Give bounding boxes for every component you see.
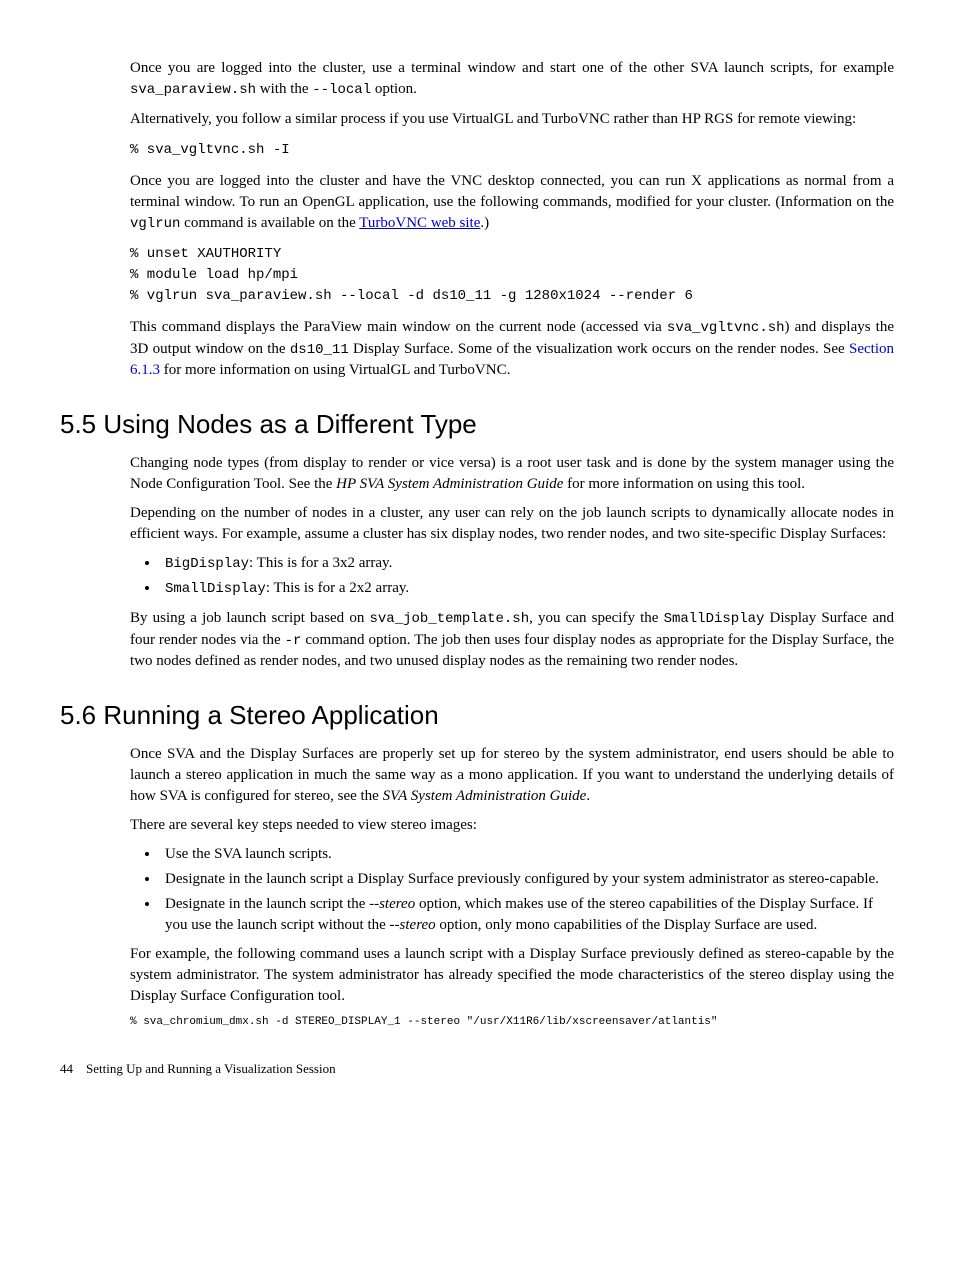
paragraph: Changing node types (from display to ren… xyxy=(130,453,894,495)
paragraph: Once you are logged into the cluster, us… xyxy=(130,58,894,101)
text: for more information on using this tool. xyxy=(563,476,805,492)
inline-code: vglrun xyxy=(130,216,180,232)
list-item: Designate in the launch script the --ste… xyxy=(160,894,894,936)
text: Designate in the launch script the xyxy=(165,896,369,912)
paragraph: This command displays the ParaView main … xyxy=(130,317,894,381)
inline-code: sva_job_template.sh xyxy=(369,611,529,627)
text: option, only mono capabilities of the Di… xyxy=(436,917,818,933)
inline-code: sva_paraview.sh xyxy=(130,82,256,98)
paragraph: Once you are logged into the cluster and… xyxy=(130,171,894,235)
list-item: Designate in the launch script a Display… xyxy=(160,869,894,890)
section-number: 5.6 xyxy=(60,697,96,733)
text: By using a job launch script based on xyxy=(130,610,369,626)
footer-text: Setting Up and Running a Visualization S… xyxy=(86,1061,336,1076)
page-footer: 44 Setting Up and Running a Visualizatio… xyxy=(60,1060,894,1078)
page-content: Once you are logged into the cluster, us… xyxy=(130,58,894,1030)
italic-text: HP SVA System Administration Guide xyxy=(336,476,563,492)
page-number: 44 xyxy=(60,1061,73,1076)
text: Once you are logged into the cluster, us… xyxy=(130,60,894,76)
text: .) xyxy=(480,215,489,231)
text: : This is for a 3x2 array. xyxy=(249,555,392,571)
text: Display Surface. Some of the visualizati… xyxy=(349,341,849,357)
list-item: SmallDisplay: This is for a 2x2 array. xyxy=(160,578,894,600)
section-heading-5-5: 5.5 Using Nodes as a Different Type xyxy=(60,406,894,442)
text: with the xyxy=(256,81,312,97)
section-heading-5-6: 5.6 Running a Stereo Application xyxy=(60,697,894,733)
text: : This is for a 2x2 array. xyxy=(266,580,409,596)
section-title: Using Nodes as a Different Type xyxy=(96,409,477,439)
text: , you can specify the xyxy=(529,610,663,626)
inline-code: BigDisplay xyxy=(165,556,249,572)
text: Once you are logged into the cluster and… xyxy=(130,173,894,210)
text: command is available on the xyxy=(180,215,359,231)
list-item: Use the SVA launch scripts. xyxy=(160,844,894,865)
paragraph: There are several key steps needed to vi… xyxy=(130,815,894,836)
code-block: % sva_chromium_dmx.sh -d STEREO_DISPLAY_… xyxy=(130,1015,894,1030)
italic-text: --stereo xyxy=(390,917,436,933)
inline-code: ds10_11 xyxy=(290,342,349,358)
code-block: % unset XAUTHORITY % module load hp/mpi … xyxy=(130,244,894,307)
text: . xyxy=(586,788,590,804)
bullet-list: BigDisplay: This is for a 3x2 array. Sma… xyxy=(130,553,894,600)
inline-code: SmallDisplay xyxy=(165,581,266,597)
code-block: % sva_vgltvnc.sh -I xyxy=(130,140,894,161)
text: This command displays the ParaView main … xyxy=(130,319,667,335)
paragraph: Alternatively, you follow a similar proc… xyxy=(130,109,894,130)
list-item: BigDisplay: This is for a 3x2 array. xyxy=(160,553,894,575)
section-number: 5.5 xyxy=(60,406,96,442)
inline-code: SmallDisplay xyxy=(664,611,765,627)
inline-code: -r xyxy=(285,633,302,649)
inline-code: sva_vgltvnc.sh xyxy=(667,320,785,336)
paragraph: By using a job launch script based on sv… xyxy=(130,608,894,672)
paragraph: Depending on the number of nodes in a cl… xyxy=(130,503,894,545)
bullet-list: Use the SVA launch scripts. Designate in… xyxy=(130,844,894,936)
turbovnc-link[interactable]: TurboVNC web site xyxy=(359,215,480,231)
text: option. xyxy=(371,81,417,97)
section-title: Running a Stereo Application xyxy=(96,700,439,730)
paragraph: Once SVA and the Display Surfaces are pr… xyxy=(130,744,894,807)
italic-text: --stereo xyxy=(369,896,415,912)
text: for more information on using VirtualGL … xyxy=(160,362,510,378)
paragraph: For example, the following command uses … xyxy=(130,944,894,1007)
inline-code: --local xyxy=(312,82,371,98)
italic-text: SVA System Administration Guide xyxy=(383,788,587,804)
